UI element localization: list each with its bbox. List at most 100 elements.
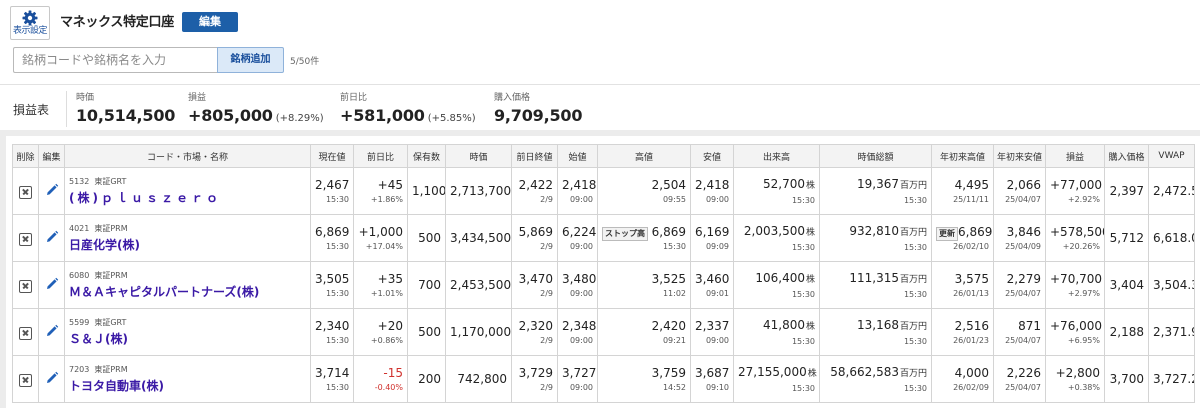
volume-line: 27,155,000株 — [738, 364, 817, 383]
year-low-sub: 25/04/07 — [1005, 194, 1041, 204]
prev-close-sub: 2/9 — [540, 241, 553, 251]
purchase-price-cell: 3,404 — [1104, 261, 1149, 309]
pencil-icon[interactable] — [45, 370, 59, 389]
display-settings-button[interactable]: 表示設定 — [10, 6, 50, 40]
vwap-value: 3,504.3985 — [1153, 277, 1194, 292]
year-low-cell: 871 25/04/07 — [993, 308, 1046, 356]
table-row: 5599 東証GRT Ｓ＆Ｊ(株) 2,340 15:30 +20 +0.86% 500 1,1… — [12, 308, 1195, 356]
column-header: 前日比 — [353, 144, 408, 168]
column-header: 高値 — [597, 144, 691, 168]
volume-cell: 41,800株 15:30 — [733, 308, 820, 356]
price-cell: 3,505 15:30 — [310, 261, 354, 309]
year-low-sub: 25/04/07 — [1005, 335, 1041, 345]
updated-badge: 更新 — [936, 226, 958, 241]
market-cap-line: 13,168百万円 — [824, 317, 927, 336]
delete-icon[interactable] — [19, 232, 32, 246]
year-low-cell: 2,066 25/04/07 — [993, 167, 1046, 215]
year-high-value: 3,575 — [954, 271, 989, 286]
low-cell: 3,460 09:01 — [690, 261, 734, 309]
market-value-value: 742,800 — [457, 371, 507, 386]
vwap-cell: 2,371.9833 — [1148, 308, 1195, 356]
vwap-cell: 3,504.3985 — [1148, 261, 1195, 309]
pencil-icon[interactable] — [45, 323, 59, 342]
market-cap-cell: 13,168百万円 15:30 — [819, 308, 932, 356]
stock-code-market: 5599 東証GRT — [69, 316, 306, 329]
pencil-icon[interactable] — [45, 229, 59, 248]
prev-close-sub: 2/9 — [540, 382, 553, 392]
column-header: 保有数 — [407, 144, 446, 168]
open-cell: 3,727 09:00 — [557, 355, 598, 403]
year-low-sub: 25/04/07 — [1005, 382, 1041, 392]
purchase-price-value: 5,712 — [1109, 230, 1144, 245]
delete-cell — [12, 355, 39, 403]
pnl-sub: +0.38% — [1067, 382, 1100, 392]
delete-icon[interactable] — [19, 373, 32, 387]
summary-day-change-label: 前日比 — [340, 93, 368, 103]
stock-code-market: 7203 東証PRM — [69, 363, 306, 376]
stock-code: 4021 — [69, 223, 90, 233]
open-cell: 6,224 09:00 — [557, 214, 598, 262]
account-name: マネックス特定口座 — [60, 15, 174, 30]
price-cell: 2,467 15:30 — [310, 167, 354, 215]
stop-high-badge: ストップ高 — [602, 226, 648, 241]
low-sub: 09:00 — [705, 194, 729, 204]
summary-bar: 損益表 時価 10,514,500 損益 +805,000 (+8.29%) 前日… — [0, 84, 1200, 128]
market-value-cell: 1,170,000 — [445, 308, 512, 356]
delete-icon[interactable] — [19, 185, 32, 199]
quantity-value: 500 — [418, 230, 441, 245]
pencil-icon[interactable] — [45, 182, 59, 201]
stock-name-cell: 5599 東証GRT Ｓ＆Ｊ(株) — [64, 308, 311, 356]
change-value: +1,000 — [358, 224, 403, 239]
delete-icon[interactable] — [19, 279, 32, 293]
stock-name-link[interactable]: (株)ｐｌｕｓｚｅｒｏ — [69, 188, 306, 208]
year-high-value: 2,516 — [954, 318, 989, 333]
prev-close-cell: 5,869 2/9 — [511, 214, 558, 262]
year-low-value: 3,846 — [1006, 224, 1041, 239]
stock-name-link[interactable]: トヨタ自動車(株) — [69, 376, 306, 396]
volume-cell: 27,155,000株 15:30 — [733, 355, 820, 403]
add-stock-button[interactable]: 銘柄追加 — [217, 47, 284, 73]
summary-market-value: 時価 10,514,500 — [76, 90, 175, 125]
price-sub: 15:30 — [325, 382, 349, 392]
table-row: 5132 東証GRT (株)ｐｌｕｓｚｅｒｏ 2,467 15:30 +45 +1.86% 1… — [12, 167, 1195, 215]
price-sub: 15:30 — [325, 241, 349, 251]
prev-close-cell: 3,470 2/9 — [511, 261, 558, 309]
market-cap-value: 111,315 — [849, 270, 899, 285]
search-input[interactable] — [13, 47, 217, 73]
purchase-price-value: 2,188 — [1109, 324, 1144, 339]
column-header: 時価 — [445, 144, 512, 168]
pencil-icon[interactable] — [45, 276, 59, 295]
change-sub: +17.04% — [365, 241, 403, 251]
delete-icon[interactable] — [19, 326, 32, 340]
year-high-cell: 4,495 25/11/11 — [931, 167, 994, 215]
vwap-cell: 6,618.0255 — [1148, 214, 1195, 262]
prev-close-value: 2,422 — [518, 177, 553, 192]
pnl-value: +578,500 — [1050, 224, 1105, 239]
delete-cell — [12, 167, 39, 215]
volume-value: 106,400 — [755, 270, 805, 285]
stock-name-link[interactable]: Ｓ＆Ｊ(株) — [69, 329, 306, 349]
prev-close-value: 3,470 — [518, 271, 553, 286]
change-value: +45 — [377, 177, 403, 192]
prev-close-value: 5,869 — [518, 224, 553, 239]
stock-name-link[interactable]: Ｍ＆Ａキャピタルパートナーズ(株) — [69, 282, 306, 302]
market-value-value: 2,453,500 — [450, 277, 512, 292]
stock-market: 東証PRM — [94, 270, 128, 280]
market-cap-unit: 百万円 — [899, 180, 927, 191]
stock-name-link[interactable]: 日産化学(株) — [69, 235, 306, 255]
purchase-price-cell: 2,397 — [1104, 167, 1149, 215]
prev-close-cell: 2,320 2/9 — [511, 308, 558, 356]
year-low-cell: 2,279 25/04/07 — [993, 261, 1046, 309]
market-value-value: 3,434,500 — [450, 230, 512, 245]
high-cell: 3,525 11:02 — [597, 261, 691, 309]
delete-cell — [12, 308, 39, 356]
market-cap-cell: 111,315百万円 15:30 — [819, 261, 932, 309]
low-sub: 09:01 — [705, 288, 729, 298]
market-value-cell: 2,713,700 — [445, 167, 512, 215]
summary-pnl-label: 損益 — [188, 93, 207, 103]
edit-button[interactable]: 編集 — [182, 12, 238, 32]
stock-code: 7203 — [69, 364, 90, 374]
column-header: 現在値 — [310, 144, 354, 168]
year-low-sub: 25/04/07 — [1005, 288, 1041, 298]
market-cap-sub: 15:30 — [903, 242, 927, 252]
